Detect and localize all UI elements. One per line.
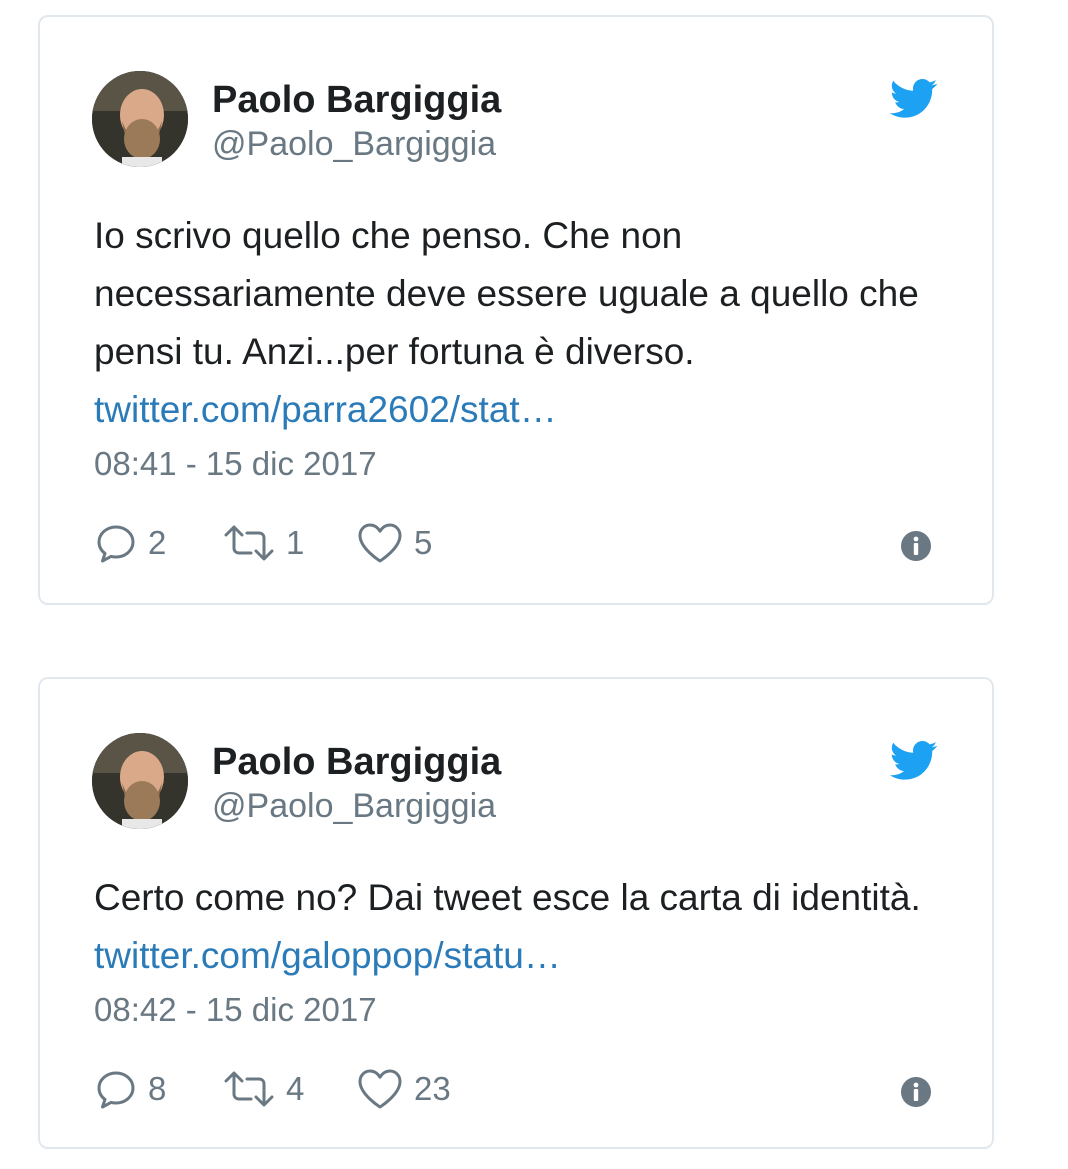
retweet-icon [222,1067,276,1111]
like-button[interactable]: 23 [356,1067,476,1111]
reply-count: 2 [148,524,167,561]
info-icon[interactable] [900,530,932,562]
tweet-timestamp[interactable]: 08:41 - 15 dic 2017 [94,445,377,483]
tweet-body: Io scrivo quello che penso. Che non nece… [94,215,919,372]
retweet-count: 4 [286,1070,305,1107]
retweet-icon [222,521,276,565]
retweet-button[interactable]: 1 [222,521,356,565]
tweet-text: Certo come no? Dai tweet esce la carta d… [94,869,954,985]
reply-bubble-icon [94,521,138,565]
tweet-card: Paolo Bargiggia @Paolo_Bargiggia Io scri… [38,15,994,605]
author-name[interactable]: Paolo Bargiggia [212,79,501,122]
retweet-count: 1 [286,524,305,561]
like-count: 23 [414,1070,451,1107]
info-icon[interactable] [900,1076,932,1108]
reply-count: 8 [148,1070,167,1107]
tweet-actions: 2 1 5 [94,519,476,567]
avatar[interactable] [92,71,188,167]
tweet-body: Certo come no? Dai tweet esce la carta d… [94,877,921,918]
retweet-button[interactable]: 4 [222,1067,356,1111]
avatar[interactable] [92,733,188,829]
tweet-timestamp[interactable]: 08:42 - 15 dic 2017 [94,991,377,1029]
reply-bubble-icon [94,1067,138,1111]
tweet-link[interactable]: twitter.com/galoppop/statu… [94,935,561,976]
twitter-bird-icon[interactable] [890,79,938,119]
author-handle[interactable]: @Paolo_Bargiggia [212,787,496,826]
tweet-card: Paolo Bargiggia @Paolo_Bargiggia Certo c… [38,677,994,1149]
tweet-text: Io scrivo quello che penso. Che non nece… [94,207,954,439]
author-handle[interactable]: @Paolo_Bargiggia [212,125,496,164]
reply-button[interactable]: 8 [94,1067,222,1111]
twitter-bird-icon[interactable] [890,741,938,781]
tweet-actions: 8 4 23 [94,1065,476,1113]
like-button[interactable]: 5 [356,521,476,565]
heart-icon [356,1067,404,1111]
author-name[interactable]: Paolo Bargiggia [212,741,501,784]
tweet-link[interactable]: twitter.com/parra2602/stat… [94,389,557,430]
like-count: 5 [414,524,433,561]
reply-button[interactable]: 2 [94,521,222,565]
heart-icon [356,521,404,565]
